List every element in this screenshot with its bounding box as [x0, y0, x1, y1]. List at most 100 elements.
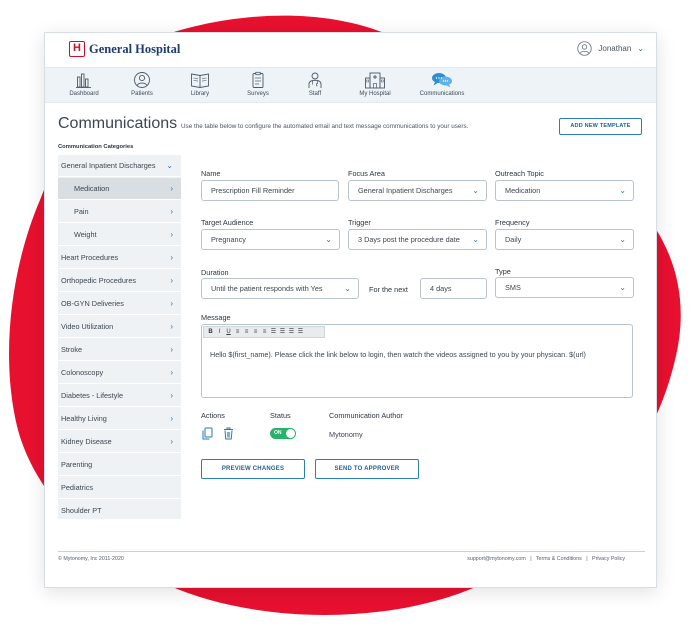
type-select[interactable]: SMS ⌄ — [495, 277, 634, 298]
sidebar-item-parenting[interactable]: Parenting — [58, 454, 181, 476]
chevron-down-icon: ⌄ — [619, 186, 626, 195]
duration-select[interactable]: Until the patient responds with Yes ⌄ — [201, 278, 359, 299]
bullet-list-button[interactable]: ☰ — [269, 328, 278, 337]
sidebar-item-kidney-disease[interactable]: Kidney Disease › — [58, 431, 181, 453]
focus-area-select[interactable]: General Inpatient Discharges ⌄ — [348, 180, 487, 201]
align-justify-button[interactable]: ≡ — [260, 328, 269, 337]
sidebar-item-label: Kidney Disease — [61, 437, 112, 446]
numbered-list-button[interactable]: ☰ — [278, 328, 287, 337]
sidebar-item-pain[interactable]: Pain › — [58, 201, 181, 223]
nav-library-label: Library — [190, 91, 210, 97]
hospital-logo[interactable]: H General Hospital — [69, 41, 180, 57]
sidebar-item-ob-gyn-deliveries[interactable]: OB-GYN Deliveries › — [58, 293, 181, 315]
sidebar-item-diabetes-lifestyle[interactable]: Diabetes - Lifestyle › — [58, 385, 181, 407]
preview-changes-button[interactable]: PREVIEW CHANGES — [201, 459, 305, 479]
sidebar-item-heart-procedures[interactable]: Heart Procedures › — [58, 247, 181, 269]
type-value: SMS — [505, 283, 521, 292]
editor-toolbar: B I U ≡ ≡ ≡ ≡ ☰ ☰ ☰ ☰ — [203, 326, 325, 338]
top-bar: H General Hospital Jonathan ⌄ — [45, 33, 656, 67]
underline-button[interactable]: U — [224, 328, 233, 337]
chevron-down-icon: ⌄ — [166, 161, 173, 170]
align-center-button[interactable]: ≡ — [242, 328, 251, 337]
chevron-right-icon: › — [170, 437, 173, 446]
message-label: Message — [201, 313, 231, 322]
toggle-state: ON — [274, 430, 282, 436]
sidebar-item-stroke[interactable]: Stroke › — [58, 339, 181, 361]
align-left-button[interactable]: ≡ — [233, 328, 242, 337]
chevron-right-icon: › — [170, 368, 173, 377]
chevron-right-icon: › — [170, 345, 173, 354]
copy-icon[interactable] — [202, 427, 213, 440]
focus-area-value: General Inpatient Discharges — [358, 186, 453, 195]
name-value: Prescription Fill Reminder — [211, 186, 295, 195]
sidebar-item-label: Pediatrics — [61, 483, 94, 492]
nav-library[interactable]: Library — [170, 71, 230, 97]
for-the-next-label: For the next — [369, 285, 408, 294]
outdent-button[interactable]: ☰ — [287, 328, 296, 337]
brand-name: General Hospital — [89, 41, 181, 56]
align-right-button[interactable]: ≡ — [251, 328, 260, 337]
sidebar-item-label: Medication — [74, 184, 110, 193]
trigger-value: 3 Days post the procedure date — [358, 235, 460, 244]
chevron-down-icon: ⌄ — [619, 235, 626, 244]
chevron-down-icon: ⌄ — [344, 284, 351, 293]
outreach-topic-select[interactable]: Medication ⌄ — [495, 180, 634, 201]
sidebar-item-general-inpatient-discharges[interactable]: General Inpatient Discharges ⌄ — [58, 155, 181, 177]
bar-chart-icon — [76, 73, 91, 88]
nav-patients-label: Patients — [131, 91, 153, 97]
status-toggle[interactable]: ON — [270, 428, 296, 439]
message-text[interactable]: Hello $(first_name). Please click the li… — [210, 350, 622, 360]
indent-button[interactable]: ☰ — [296, 328, 305, 337]
trigger-select[interactable]: 3 Days post the procedure date ⌄ — [348, 229, 487, 250]
for-the-next-input[interactable]: 4 days — [420, 278, 487, 299]
sidebar-item-orthopedic-procedures[interactable]: Orthopedic Procedures › — [58, 270, 181, 292]
toggle-knob — [286, 429, 295, 438]
sidebar-item-label: Heart Procedures — [61, 253, 119, 262]
duration-value: Until the patient responds with Yes — [211, 284, 323, 293]
app-window: H General Hospital Jonathan ⌄ Dashboard — [44, 32, 657, 588]
trigger-label: Trigger — [348, 218, 371, 227]
sidebar-item-label: Weight — [74, 230, 97, 239]
sidebar-item-video-utilization[interactable]: Video Utilization › — [58, 316, 181, 338]
frequency-select[interactable]: Daily ⌄ — [495, 229, 634, 250]
sidebar-item-shoulder-pt[interactable]: Shoulder PT — [58, 500, 181, 522]
chat-bubbles-icon — [432, 73, 452, 88]
nav-communications-label: Communications — [419, 91, 465, 97]
nav-my-hospital-label: My Hospital — [359, 91, 391, 97]
nav-staff[interactable]: Staff — [285, 71, 345, 97]
message-editor[interactable]: B I U ≡ ≡ ≡ ≡ ☰ ☰ ☰ ☰ Hello $(first_name… — [201, 324, 633, 398]
nav-surveys[interactable]: Surveys — [228, 71, 288, 97]
nav-dashboard[interactable]: Dashboard — [54, 71, 114, 97]
chevron-right-icon: › — [170, 322, 173, 331]
sidebar-item-pediatrics[interactable]: Pediatrics — [58, 477, 181, 499]
sidebar-item-medication[interactable]: Medication › — [58, 178, 181, 200]
user-avatar-icon — [577, 41, 593, 56]
chevron-right-icon: › — [170, 184, 173, 193]
target-audience-select[interactable]: Pregnancy ⌄ — [201, 229, 340, 250]
trash-icon[interactable] — [223, 427, 234, 440]
categories-title: Communication Categories — [58, 144, 134, 150]
sidebar-item-weight[interactable]: Weight › — [58, 224, 181, 246]
target-audience-label: Target Audience — [201, 218, 254, 227]
nav-my-hospital[interactable]: My Hospital — [345, 71, 405, 97]
chevron-down-icon: ⌄ — [619, 283, 626, 292]
hospital-building-icon — [365, 72, 385, 89]
duration-label: Duration — [201, 268, 229, 277]
sidebar-item-healthy-living[interactable]: Healthy Living › — [58, 408, 181, 430]
footer-divider — [58, 551, 645, 552]
name-label: Name — [201, 169, 221, 178]
author-value: Mytonomy — [329, 430, 363, 439]
user-menu[interactable]: Jonathan ⌄ — [577, 41, 644, 56]
add-new-template-button[interactable]: ADD NEW TEMPLATE — [559, 118, 642, 135]
nav-communications[interactable]: Communications — [412, 71, 472, 97]
bold-button[interactable]: B — [206, 328, 215, 337]
italic-button[interactable]: I — [215, 328, 224, 337]
send-to-approver-button[interactable]: SEND TO APPROVER — [315, 459, 419, 479]
category-sidebar: General Inpatient Discharges ⌄ Medication… — [58, 155, 181, 522]
footer-links[interactable]: support@mytonomy.com | Terms & Condition… — [467, 556, 625, 562]
actions-label: Actions — [201, 411, 225, 420]
person-circle-icon — [134, 72, 150, 88]
nav-patients[interactable]: Patients — [112, 71, 172, 97]
name-field[interactable]: Prescription Fill Reminder — [201, 180, 339, 201]
sidebar-item-colonoscopy[interactable]: Colonoscopy › — [58, 362, 181, 384]
